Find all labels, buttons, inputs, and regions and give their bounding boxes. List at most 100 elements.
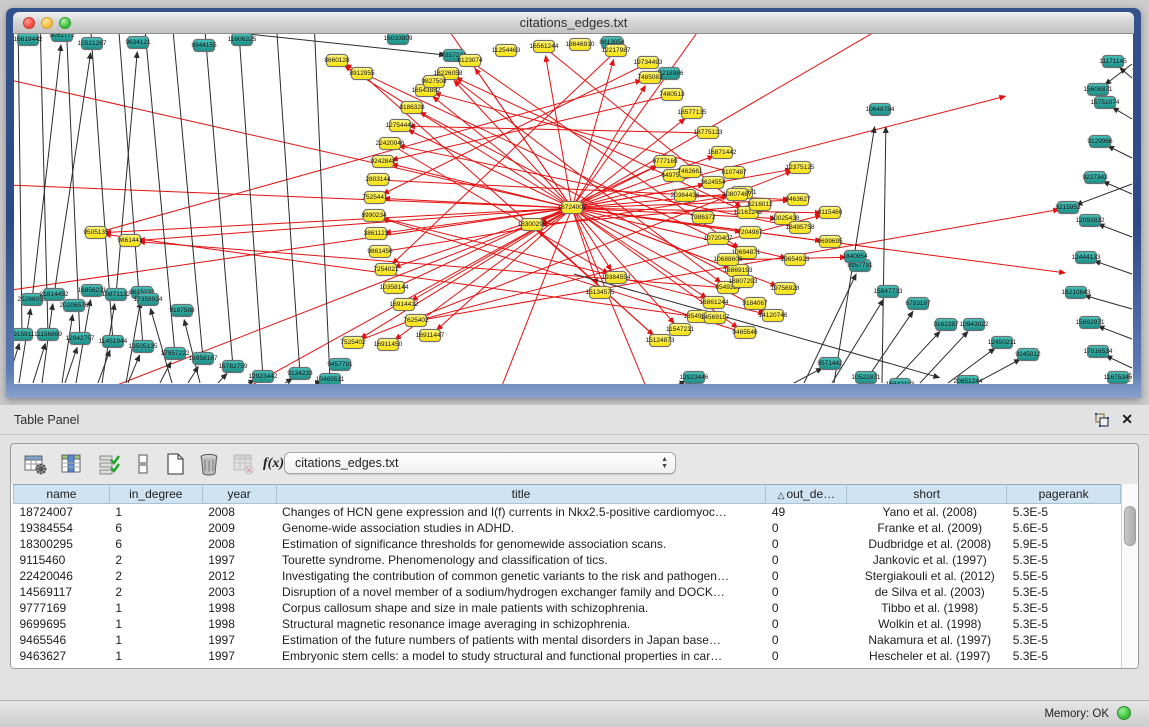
graph-node[interactable]: 7625402 [405, 314, 427, 327]
table-row[interactable]: 2242004622012Investigating the contribut… [14, 568, 1121, 584]
graph-node[interactable]: 21814452 [43, 288, 65, 301]
graph-node[interactable]: 6216012 [749, 198, 771, 211]
graph-node[interactable]: 16856231 [81, 284, 103, 297]
graph-node[interactable]: 9115460 [819, 206, 841, 219]
graph-node[interactable]: 11156869 [37, 328, 59, 341]
table-row[interactable]: 911546021997Tourette syndrome. Phenomeno… [14, 552, 1121, 568]
graph-node[interactable]: 15751074 [1094, 96, 1116, 109]
graph-node[interactable]: 12754441 [389, 119, 411, 132]
graph-node[interactable]: 7485083 [639, 71, 661, 84]
graph-node[interactable]: 8215953 [1057, 201, 1079, 214]
graph-node[interactable]: 9197588 [171, 304, 193, 317]
graph-node[interactable]: 7525441 [364, 191, 386, 204]
table-row[interactable]: 1938455462009Genome-wide association stu… [14, 520, 1121, 536]
graph-node[interactable]: 18300295 [521, 218, 543, 231]
graph-node[interactable]: 9827508 [423, 75, 445, 88]
graph-node[interactable]: 9134233 [289, 367, 311, 380]
graph-node[interactable]: 9051772 [51, 34, 73, 42]
graph-node[interactable]: 3915911 [14, 328, 33, 341]
graph-node[interactable]: 15124873 [649, 334, 671, 347]
graph-node[interactable]: 16911447 [419, 329, 441, 342]
table-header[interactable]: namein_degreeyeartitle△out_de…shortpager… [14, 485, 1121, 504]
graph-node[interactable]: 9505135 [85, 226, 107, 239]
graph-node[interactable]: 8944155 [193, 39, 215, 52]
graph-node[interactable]: 16842113 [889, 378, 911, 384]
table-row[interactable]: 1872400712008Changes of HCN gene express… [14, 504, 1121, 520]
graph-node[interactable]: 8912955 [351, 67, 373, 80]
graph-node[interactable]: 9184067 [744, 297, 766, 310]
graph-node[interactable]: 15608871 [1087, 83, 1109, 96]
graph-node[interactable]: 20651244 [957, 375, 979, 384]
table-row[interactable]: 946554611997Estimation of the future num… [14, 632, 1121, 648]
graph-node[interactable]: 22420046 [379, 137, 401, 150]
graph-node[interactable]: 16861244 [703, 296, 725, 309]
graph-node[interactable]: 17016534 [1087, 345, 1109, 358]
graph-node[interactable]: 18775123 [697, 126, 719, 139]
table-row[interactable]: 946362711997Embryonic stem cells: a mode… [14, 648, 1121, 664]
table-settings-icon[interactable] [23, 452, 47, 476]
column-header-short[interactable]: short [847, 485, 1007, 504]
graph-node[interactable]: 11547211 [669, 323, 691, 336]
table-row[interactable]: 1456911722003Disruption of a novel membe… [14, 584, 1121, 600]
graph-node[interactable]: 7986372 [692, 211, 714, 224]
graph-node[interactable]: 11171145 [1102, 55, 1124, 68]
graph-node[interactable]: 8107487 [723, 166, 745, 179]
graph-node[interactable]: 3861123 [365, 227, 387, 240]
float-panel-icon[interactable] [1095, 413, 1109, 427]
graph-node[interactable]: 15692971 [1079, 316, 1101, 329]
graph-node[interactable]: 9571442 [819, 357, 841, 370]
delete-icon[interactable] [197, 452, 221, 476]
graph-node[interactable]: 16958167 [192, 352, 214, 365]
graph-node[interactable]: 12217987 [605, 44, 627, 57]
graph-node[interactable]: 16619442 [17, 34, 39, 46]
select-columns-icon[interactable] [97, 452, 121, 476]
graph-node[interactable]: 10720407 [707, 232, 729, 245]
table-scrollbar[interactable] [1121, 484, 1138, 668]
column-header-name[interactable]: name [14, 485, 110, 504]
graph-node[interactable]: 10648784 [869, 103, 891, 116]
graph-node[interactable]: 16871442 [711, 146, 733, 159]
graph-node[interactable]: 10521267 [81, 37, 103, 50]
graph-node[interactable]: 9227343 [1084, 171, 1106, 184]
table-row[interactable]: 1830029562008Estimation of significance … [14, 536, 1121, 552]
graph-node[interactable]: 3624554 [702, 176, 724, 189]
column-header-pagerank[interactable]: pagerank [1007, 485, 1121, 504]
graph-node[interactable]: 8660128 [326, 54, 348, 67]
graph-node[interactable]: 9465546 [734, 326, 756, 339]
graph-node[interactable]: 10807487 [726, 188, 748, 201]
graph-node[interactable]: 16033809 [387, 34, 409, 45]
graph-node[interactable]: 18646910 [569, 38, 591, 51]
graph-node[interactable]: 19384554 [605, 271, 627, 284]
graph-node[interactable]: 9457791 [329, 358, 351, 371]
graph-node[interactable]: 19654923 [784, 253, 806, 266]
graph-node[interactable]: 9861456 [369, 245, 391, 258]
graph-node[interactable]: 14120746 [762, 309, 784, 322]
graph-node[interactable]: 1840954 [844, 250, 866, 263]
graph-node[interactable]: 9777169 [654, 155, 676, 168]
table-row[interactable]: 969969511998Structural magnetic resonanc… [14, 616, 1121, 632]
graph-node[interactable]: 19756928 [774, 282, 796, 295]
graph-node[interactable]: 17957222 [164, 347, 186, 360]
network-canvas[interactable]: 1661944290517721052126796341218944155116… [14, 34, 1133, 384]
graph-node[interactable]: 15847733 [877, 285, 899, 298]
graph-node[interactable]: 8186328 [401, 101, 423, 114]
graph-node[interactable]: 16782759 [222, 360, 244, 373]
window-titlebar[interactable]: citations_edges.txt [13, 12, 1134, 34]
graph-node[interactable]: 2803144 [367, 173, 389, 186]
graph-node[interactable]: 19734493 [637, 56, 659, 69]
table-row[interactable]: 977716911998Corpus callosum shape and si… [14, 600, 1121, 616]
graph-node[interactable]: 7204987 [739, 226, 761, 239]
graph-node[interactable]: 9129966 [1089, 135, 1111, 148]
graph-node[interactable]: 11254463 [495, 44, 517, 57]
graph-node[interactable]: 11606325 [231, 34, 253, 46]
graph-node[interactable]: 18724007 [561, 201, 583, 214]
graph-node[interactable]: 9699695 [819, 235, 841, 248]
graph-node[interactable]: 20206576 [63, 299, 85, 312]
graph-node[interactable]: 10871132 [105, 288, 127, 301]
column-header-year[interactable]: year [202, 485, 276, 504]
graph-node[interactable]: 16561244 [533, 40, 555, 53]
graph-node[interactable]: 11451944 [102, 335, 124, 348]
graph-node[interactable]: 9245012 [1017, 348, 1039, 361]
graph-node[interactable]: 12450211 [991, 336, 1013, 349]
graph-node[interactable]: 16911450 [377, 338, 399, 351]
